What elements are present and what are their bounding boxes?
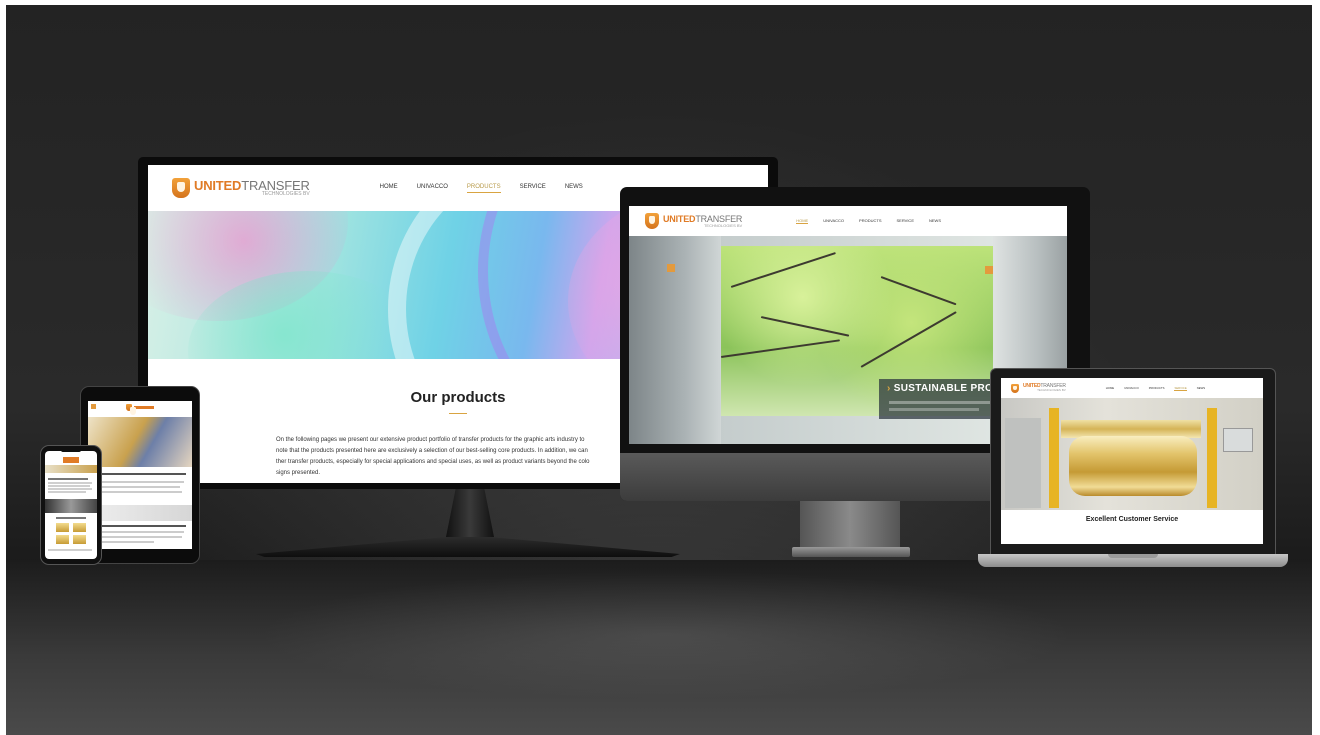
hero-image-foil-samples [88,417,192,467]
hotspot-icon[interactable] [667,264,675,272]
imac-stand [800,501,900,551]
nav-home[interactable]: HOME [380,184,398,193]
glass-panel-left [629,236,721,444]
banner-title: › SUSTAINABLE PROD [887,383,1001,394]
tablet-screen [88,401,192,549]
site-header: UNITEDTRANSFER TECHNOLOGIES BV HOME UNIV… [1001,378,1263,398]
logo-subtitle: TECHNOLOGIES BV [703,222,743,228]
nav-news[interactable]: NEWS [565,184,583,193]
control-panel [1223,428,1253,452]
nav-univacco[interactable]: UNIVACCO [417,184,448,193]
floor-reflection [256,570,1076,700]
gold-foil-roll [1069,436,1197,496]
device-mockup-scene: UNITEDTRANSFER TECHNOLOGIES BV HOME UNIV… [6,5,1312,735]
hero-image-gold-foil-machine [1001,398,1263,510]
section-heading: Excellent Customer Service [1085,516,1179,523]
site-logo[interactable]: UNITEDTRANSFER TECHNOLOGIES BV [172,178,310,198]
nav-univacco[interactable]: UNIVACCO [1124,386,1139,391]
nav-news[interactable]: NEWS [929,218,941,224]
smartphone [40,445,102,565]
title-underline [449,413,467,414]
hotspot-icon[interactable] [985,266,993,274]
nav-service[interactable]: SERVICE [897,218,915,224]
site-logo[interactable] [63,457,79,463]
main-nav: HOME UNIVACCO PRODUCTS SERVICE NEWS [380,184,602,193]
banner-subtext [889,408,979,411]
phone-screen [45,451,97,559]
main-nav: HOME UNIVACCO PRODUCTS SERVICE NEWS [796,218,956,224]
nav-products[interactable]: PRODUCTS [1149,386,1165,391]
logo-shield-icon [126,404,136,415]
imac-base [792,547,910,557]
monitor-stand [256,537,680,557]
laptop: UNITEDTRANSFER TECHNOLOGIES BV HOME UNIV… [990,368,1276,556]
main-nav: HOME UNIVACCO PRODUCTS SERVICE NEWS [1106,386,1215,391]
site-logo[interactable]: UNITEDTRANSFER TECHNOLOGIES BV [645,213,742,229]
nav-news[interactable]: NEWS [1197,386,1205,391]
nav-service[interactable]: SERVICE [1174,386,1187,391]
logo-shield-icon [172,178,190,198]
logo-shield-icon [1011,383,1019,393]
monitor-neck [446,489,494,537]
laptop-keyboard-base [978,554,1288,567]
nav-service[interactable]: SERVICE [520,184,546,193]
logo-subtitle: TECHNOLOGIES BV [1037,388,1066,392]
nav-products[interactable]: PRODUCTS [859,218,881,224]
site-header: UNITEDTRANSFER TECHNOLOGIES BV HOME UNIV… [629,206,1067,236]
nav-home[interactable]: HOME [796,218,809,224]
menu-icon[interactable] [91,404,96,409]
site-logo[interactable]: UNITEDTRANSFER TECHNOLOGIES BV [1011,383,1066,393]
logo-shield-icon [645,213,659,229]
nav-home[interactable]: HOME [1106,386,1114,391]
nav-univacco[interactable]: UNIVACCO [823,218,844,224]
nav-products[interactable]: PRODUCTS [466,184,501,193]
site-logo[interactable] [126,404,154,415]
laptop-screen: UNITEDTRANSFER TECHNOLOGIES BV HOME UNIV… [1001,378,1263,544]
phone-notch [61,448,81,452]
